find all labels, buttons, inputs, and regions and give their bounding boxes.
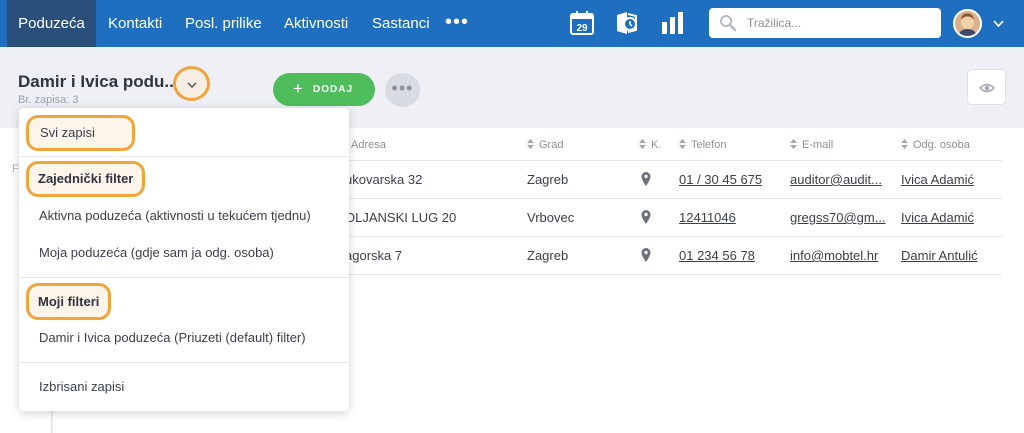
eye-icon [979, 83, 995, 93]
menu-divider [19, 156, 349, 157]
column-header-email[interactable]: E-mail [790, 139, 833, 151]
top-navigation-bar: Poduzeća Kontakti Posl. prilike Aktivnos… [0, 0, 1024, 47]
activity-history-icon[interactable] [614, 10, 640, 36]
column-header-phone[interactable]: Telefon [679, 139, 726, 151]
row-divider [330, 160, 1002, 161]
user-menu-chevron-icon[interactable] [992, 17, 1005, 30]
menu-divider [19, 362, 349, 363]
column-header-city[interactable]: Grad [527, 139, 563, 151]
search-box [709, 8, 941, 38]
cell-city: Zagreb [527, 172, 569, 187]
filter-dropdown-toggle[interactable] [173, 66, 210, 101]
left-panel-letter: F [12, 163, 19, 175]
record-count: Br. zapisa: 3 [18, 94, 79, 106]
sort-icon [639, 139, 646, 149]
chevron-down-icon [187, 82, 197, 89]
menu-item-damir-ivica-filter[interactable]: Damir i Ivica poduzeća (Priuzeti (defaul… [39, 330, 306, 345]
menu-header-shared-filter: Zajednički filter [26, 161, 146, 197]
tab-poslovne-prilike[interactable]: Posl. prilike [185, 0, 262, 47]
more-tabs-button[interactable]: ••• [445, 0, 469, 47]
tab-sastanci[interactable]: Sastanci [372, 0, 430, 47]
row-divider [330, 274, 1002, 275]
add-button-label: DODAJ [313, 84, 354, 95]
row-divider [330, 198, 1002, 199]
map-pin-icon[interactable] [641, 210, 651, 224]
tab-aktivnosti[interactable]: Aktivnosti [284, 0, 348, 47]
sort-icon [527, 139, 534, 149]
menu-item-active-companies[interactable]: Aktivna poduzeća (aktivnosti u tekućem t… [39, 208, 311, 223]
page-title: Damir i Ivica podu.. [18, 72, 174, 91]
row-divider [330, 236, 1002, 237]
user-avatar[interactable] [953, 9, 982, 38]
sort-icon [790, 139, 797, 149]
menu-item-my-companies[interactable]: Moja poduzeća (gdje sam ja odg. osoba) [39, 245, 274, 260]
search-icon [720, 15, 737, 32]
tab-poduzeca[interactable]: Poduzeća [7, 0, 96, 47]
menu-header-my-filters: Moji filteri [26, 283, 112, 320]
plus-icon: + [293, 79, 304, 98]
cell-email-link[interactable]: auditor@audit... [790, 172, 890, 187]
menu-item-deleted-records[interactable]: Izbrisani zapisi [39, 379, 124, 394]
sort-icon [901, 139, 908, 149]
cell-phone-link[interactable]: 12411046 [679, 210, 736, 225]
cell-email-link[interactable]: info@mobtel.hr [790, 248, 890, 263]
cell-city: Vrbovec [527, 210, 575, 225]
calendar-icon[interactable]: 29 [569, 10, 595, 36]
menu-divider [19, 277, 349, 278]
filter-dropdown-menu: Svi zapisi Zajednički filter Aktivna pod… [19, 108, 349, 411]
cell-address: OLJANSKI LUG 20 [345, 210, 457, 225]
map-pin-icon[interactable] [641, 248, 651, 262]
cell-email-link[interactable]: gregss70@gm... [790, 210, 890, 225]
more-actions-button[interactable]: ••• [385, 73, 420, 107]
column-header-k[interactable]: K. [639, 139, 661, 151]
tab-kontakti[interactable]: Kontakti [108, 0, 162, 47]
sort-icon [679, 139, 686, 149]
menu-item-all-records[interactable]: Svi zapisi [26, 115, 135, 151]
column-header-owner[interactable]: Odg. osoba [901, 139, 970, 151]
cell-owner-link[interactable]: Damir Antulić [901, 248, 983, 263]
search-input[interactable] [747, 12, 933, 34]
view-toggle-button[interactable] [967, 69, 1006, 105]
column-header-address[interactable]: Adresa [351, 139, 386, 151]
reports-icon[interactable] [660, 10, 686, 36]
cell-owner-link[interactable]: Ivica Adamić [901, 172, 983, 187]
add-button[interactable]: + DODAJ [273, 73, 375, 106]
calendar-day: 29 [576, 23, 588, 34]
map-pin-icon[interactable] [641, 172, 651, 186]
cell-city: Zagreb [527, 248, 569, 263]
cell-address: ukovarska 32 [345, 172, 423, 187]
cell-owner-link[interactable]: Ivica Adamić [901, 210, 983, 225]
cell-address: agorska 7 [345, 248, 403, 263]
cell-phone-link[interactable]: 01 234 56 78 [679, 248, 755, 263]
cell-phone-link[interactable]: 01 / 30 45 675 [679, 172, 762, 187]
